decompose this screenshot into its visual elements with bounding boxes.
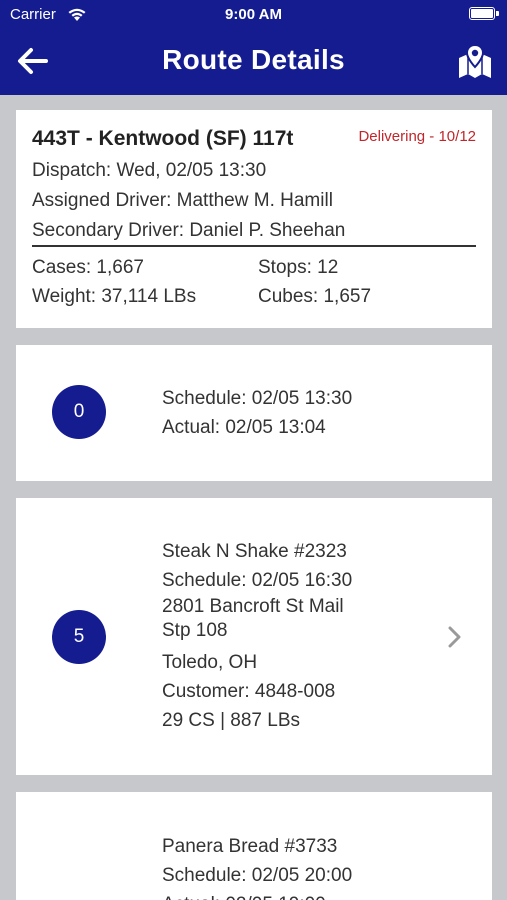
- schedule-text: Schedule: 02/05 20:00: [162, 865, 353, 886]
- stops-text: Stops: 12: [258, 257, 339, 278]
- stop-name: Panera Bread #3733: [162, 836, 338, 857]
- map-icon[interactable]: [457, 42, 493, 80]
- address-line2: Stp 108: [162, 620, 228, 641]
- customer-text: Customer: 4848-008: [162, 681, 336, 702]
- schedule-text: Schedule: 02/05 13:30: [162, 388, 353, 409]
- chevron-right-icon[interactable]: [448, 626, 462, 648]
- status-bar: Carrier 9:00 AM: [0, 0, 507, 30]
- route-summary-card: 443T - Kentwood (SF) 117t Delivering - 1…: [16, 110, 492, 328]
- clock: 9:00 AM: [225, 6, 282, 23]
- stop-name: Steak N Shake #2323: [162, 541, 347, 562]
- stop-card-0[interactable]: 0 Schedule: 02/05 13:30 Actual: 02/05 13…: [16, 345, 492, 481]
- stop-number-badge: 0: [52, 385, 106, 439]
- stop-card-panera[interactable]: Panera Bread #3733 Schedule: 02/05 20:00…: [16, 792, 492, 900]
- schedule-text: Schedule: 02/05 16:30: [162, 570, 353, 591]
- actual-text: Actual: 02/05 13:04: [162, 417, 326, 438]
- stop-number-badge: 5: [52, 610, 106, 664]
- stop-details: Steak N Shake #2323 Schedule: 02/05 16:3…: [162, 537, 352, 735]
- weight-text: Weight: 37,114 LBs: [32, 286, 197, 307]
- actual-text: Actual: 02/05 19:00: [162, 890, 352, 900]
- nav-header: Carrier 9:00 AM Route Details: [0, 0, 507, 95]
- cubes-text: Cubes: 1,657: [258, 286, 372, 307]
- battery-icon: [469, 7, 499, 20]
- stop-details: Panera Bread #3733 Schedule: 02/05 20:00…: [162, 832, 352, 900]
- divider: [32, 245, 476, 247]
- cases-text: Cases: 1,667: [32, 257, 144, 278]
- page-title: Route Details: [162, 44, 345, 75]
- route-status-label: Delivering - 10/12: [358, 128, 476, 145]
- route-name: 443T - Kentwood (SF) 117t: [32, 127, 294, 150]
- assigned-driver-text: Assigned Driver: Matthew M. Hamill: [32, 190, 333, 211]
- secondary-driver-text: Secondary Driver: Daniel P. Sheehan: [32, 220, 346, 241]
- stop-card-5[interactable]: 5 Steak N Shake #2323 Schedule: 02/05 16…: [16, 498, 492, 775]
- address-line1: 2801 Bancroft St Mail: [162, 596, 344, 617]
- load-text: 29 CS | 887 LBs: [162, 710, 301, 731]
- dispatch-text: Dispatch: Wed, 02/05 13:30: [32, 160, 267, 181]
- city-text: Toledo, OH: [162, 652, 258, 673]
- stop-details: Schedule: 02/05 13:30 Actual: 02/05 13:0…: [162, 384, 352, 442]
